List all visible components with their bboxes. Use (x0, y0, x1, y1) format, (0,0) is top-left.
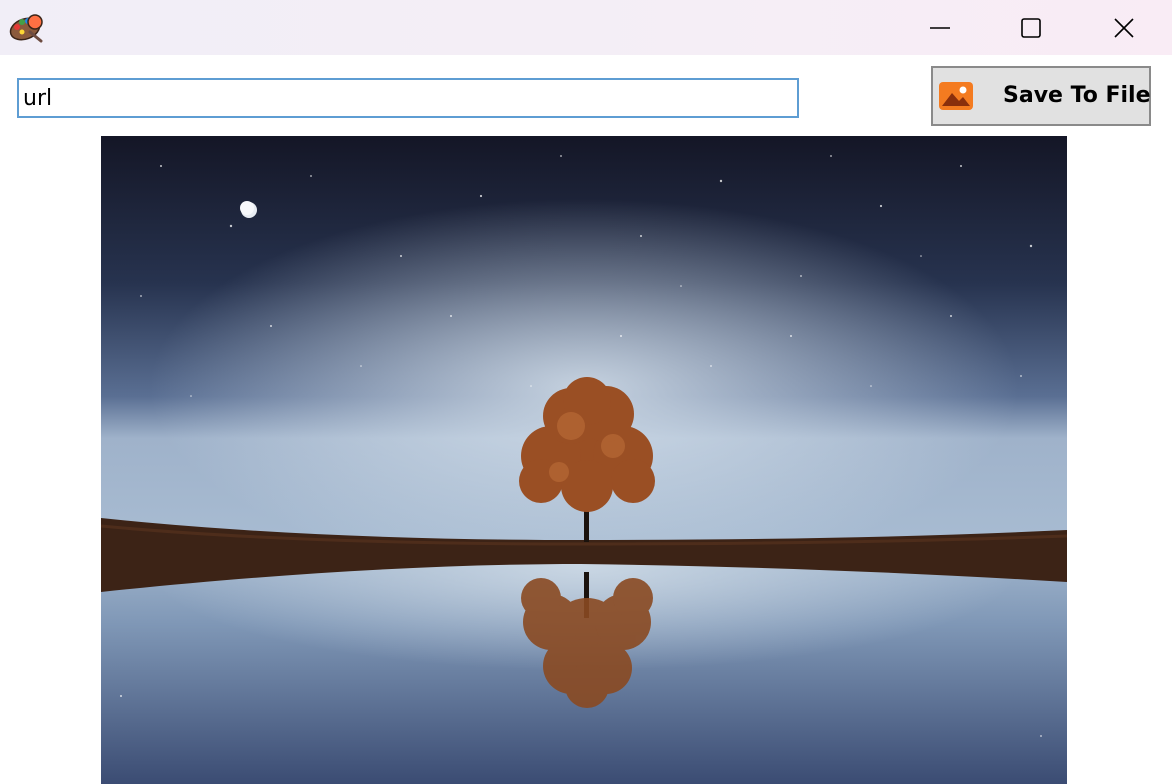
minimize-icon (930, 26, 950, 29)
night-tree-reflection-image (101, 136, 1067, 784)
close-button[interactable] (1101, 0, 1147, 55)
title-bar[interactable] (0, 0, 1172, 55)
url-input[interactable] (17, 78, 799, 118)
close-icon (1114, 17, 1134, 38)
maximize-button[interactable] (1008, 0, 1054, 55)
maximize-icon (1021, 17, 1041, 38)
app-window: Save To File (0, 0, 1172, 784)
paint-palette-icon (9, 14, 43, 43)
minimize-button[interactable] (917, 0, 963, 55)
image-icon (939, 82, 973, 110)
save-to-file-button[interactable]: Save To File (931, 66, 1151, 126)
save-button-label: Save To File (1003, 83, 1151, 108)
preview-image (101, 136, 1067, 784)
